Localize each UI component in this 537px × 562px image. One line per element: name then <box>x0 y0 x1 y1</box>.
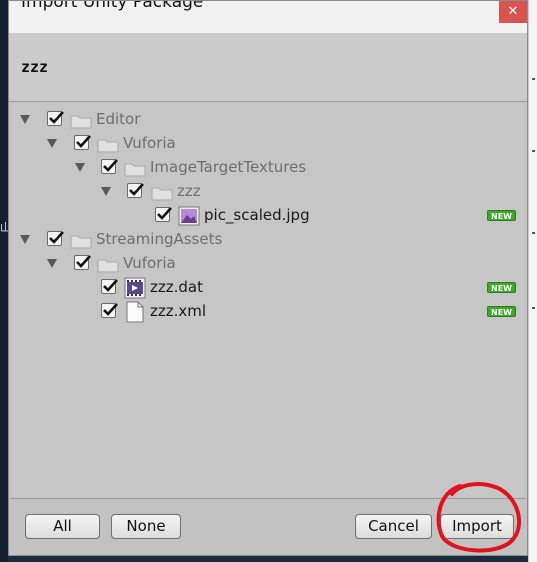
new-badge: NEW <box>487 210 516 221</box>
foldout-expanded-icon[interactable] <box>47 139 57 148</box>
include-checkbox[interactable] <box>101 279 118 294</box>
background-mark <box>532 232 535 234</box>
folder-icon <box>151 187 173 201</box>
window-title: Import Unity Package <box>21 0 204 12</box>
dialog-footer: All None Cancel Import <box>9 499 527 555</box>
folder-icon <box>97 259 119 273</box>
background-mark <box>532 150 535 152</box>
include-checkbox[interactable] <box>74 255 91 270</box>
tree-label: zzz.dat <box>150 278 203 296</box>
include-checkbox[interactable] <box>127 183 144 198</box>
tree-row-pic-scaled[interactable]: pic_scaled.jpg NEW <box>10 204 526 228</box>
select-all-button[interactable]: All <box>25 514 100 539</box>
text-file-icon <box>126 301 144 323</box>
tree-row-vuforia-streaming[interactable]: Vuforia <box>10 252 526 276</box>
asset-tree: Editor Vuforia ImageTargetTextures zzz p… <box>10 101 526 499</box>
package-header: zzz <box>9 33 527 102</box>
tree-row-editor[interactable]: Editor <box>10 108 526 132</box>
tree-row-imagetargettextures[interactable]: ImageTargetTextures <box>10 156 526 180</box>
tree-label: Editor <box>96 110 141 128</box>
package-name: zzz <box>21 58 49 76</box>
cancel-button[interactable]: Cancel <box>355 514 432 539</box>
foldout-expanded-icon[interactable] <box>75 163 85 172</box>
folder-icon <box>70 115 92 129</box>
include-checkbox[interactable] <box>47 111 64 126</box>
tree-label: zzz <box>177 182 201 200</box>
tree-label: pic_scaled.jpg <box>204 206 310 224</box>
new-badge: NEW <box>487 282 516 293</box>
background-desktop-left: 山 <box>0 0 11 562</box>
tree-row-streamingassets[interactable]: StreamingAssets <box>10 228 526 252</box>
tree-label: StreamingAssets <box>96 230 223 248</box>
tree-label: Vuforia <box>123 254 176 272</box>
folder-icon <box>97 139 119 153</box>
include-checkbox[interactable] <box>101 159 118 174</box>
background-mark <box>532 78 535 80</box>
close-button[interactable]: ✕ <box>499 1 527 23</box>
foldout-expanded-icon[interactable] <box>47 259 57 268</box>
tree-row-zzz[interactable]: zzz <box>10 180 526 204</box>
tree-row-zzz-dat[interactable]: zzz.dat NEW <box>10 276 526 300</box>
tree-label: zzz.xml <box>150 302 207 320</box>
background-mark <box>532 307 535 309</box>
background-window-right <box>528 0 537 562</box>
foldout-expanded-icon[interactable] <box>101 187 111 196</box>
foldout-expanded-icon[interactable] <box>20 115 30 124</box>
tree-label: ImageTargetTextures <box>150 158 307 176</box>
import-package-dialog: Import Unity Package ✕ zzz Editor Vufori… <box>8 0 528 556</box>
close-icon: ✕ <box>507 4 519 19</box>
select-none-button[interactable]: None <box>111 514 181 539</box>
folder-icon <box>70 235 92 249</box>
tree-label: Vuforia <box>123 134 176 152</box>
import-button[interactable]: Import <box>440 514 514 539</box>
folder-icon <box>124 163 146 177</box>
include-checkbox[interactable] <box>74 135 91 150</box>
data-file-icon <box>124 277 146 299</box>
foldout-expanded-icon[interactable] <box>20 235 30 244</box>
include-checkbox[interactable] <box>155 207 172 222</box>
include-checkbox[interactable] <box>101 303 118 318</box>
tree-row-zzz-xml[interactable]: zzz.xml NEW <box>10 300 526 324</box>
include-checkbox[interactable] <box>47 231 64 246</box>
title-bar: Import Unity Package ✕ <box>9 1 527 33</box>
new-badge: NEW <box>487 306 516 317</box>
image-file-icon <box>178 206 200 226</box>
tree-row-vuforia[interactable]: Vuforia <box>10 132 526 156</box>
